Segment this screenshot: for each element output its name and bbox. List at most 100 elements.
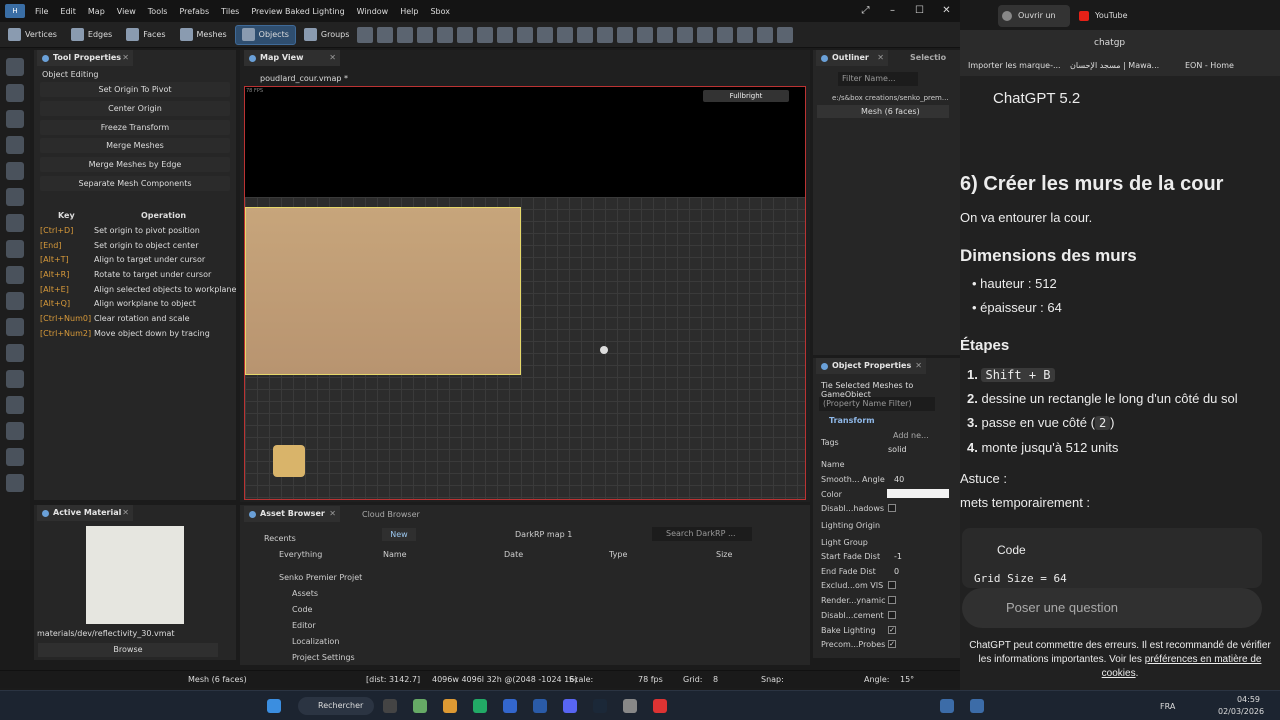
selected-mesh[interactable] (245, 207, 521, 375)
clip-icon[interactable] (6, 292, 24, 310)
bake-lighting-checkbox[interactable]: ✓ (888, 626, 896, 634)
texture-icon[interactable] (6, 344, 24, 362)
vertex-tool-icon[interactable] (6, 318, 24, 336)
whatsapp-icon[interactable] (473, 699, 487, 713)
menu-tiles[interactable]: Tiles (215, 7, 245, 16)
tool-icon[interactable] (597, 26, 614, 43)
tree-editor[interactable]: Editor (292, 621, 316, 630)
steam-icon[interactable] (593, 699, 607, 713)
col-date[interactable]: Date (504, 550, 523, 559)
end-fade-value[interactable]: 0 (894, 567, 899, 576)
tool-icon[interactable] (677, 26, 694, 43)
tool-icon[interactable] (557, 26, 574, 43)
tab-map-view[interactable]: Map View ✕ (244, 50, 340, 66)
tree-assets[interactable]: Assets (292, 589, 318, 598)
3d-viewport[interactable]: 78 FPS Fullbright (244, 86, 806, 500)
polygon-icon[interactable] (6, 266, 24, 284)
tool-icon[interactable] (457, 26, 474, 43)
app-icon[interactable] (413, 699, 427, 713)
tool-icon[interactable] (437, 26, 454, 43)
tab-outliner[interactable]: Outliner ✕ (816, 50, 888, 66)
app-icon[interactable] (653, 699, 667, 713)
tool-icon[interactable] (637, 26, 654, 43)
tool-icon[interactable] (577, 26, 594, 43)
outliner-filter-input[interactable]: Filter Name... (838, 72, 918, 86)
outliner-root[interactable]: e:/s&box creations/senko_prem... (832, 94, 949, 102)
menu-help[interactable]: Help (394, 7, 424, 16)
angle-select[interactable]: 15° (900, 675, 914, 684)
mode-objects[interactable]: Objects (234, 24, 296, 45)
mode-faces[interactable]: Faces (120, 25, 171, 45)
smooth-angle-value[interactable]: 40 (894, 475, 904, 484)
menu-file[interactable]: File (29, 7, 54, 16)
col-size[interactable]: Size (716, 550, 732, 559)
move-icon[interactable] (6, 84, 24, 102)
col-name[interactable]: Name (383, 550, 407, 559)
menu-tools[interactable]: Tools (142, 7, 174, 16)
app-icon[interactable] (503, 699, 517, 713)
tab-selection[interactable]: Selectio (910, 53, 946, 62)
clock-time[interactable]: 04:59 (1218, 695, 1260, 704)
pivot-icon[interactable] (6, 162, 24, 180)
bookmark-item[interactable]: EON - Home (1185, 61, 1234, 70)
block-icon[interactable] (6, 214, 24, 232)
clock-date[interactable]: 02/03/2026 (1218, 707, 1264, 716)
select-icon[interactable] (6, 58, 24, 76)
tree-recents[interactable]: Recents (264, 534, 296, 543)
menu-map[interactable]: Map (82, 7, 111, 16)
decal-icon[interactable] (6, 396, 24, 414)
language-indicator[interactable]: FRA (1160, 702, 1175, 711)
task-view-icon[interactable] (383, 699, 397, 713)
menu-prefabs[interactable]: Prefabs (173, 7, 215, 16)
close-icon[interactable]: ✕ (122, 50, 129, 66)
tool-icon[interactable] (617, 26, 634, 43)
tag-solid[interactable]: solid (888, 445, 907, 454)
tool-icon[interactable] (657, 26, 674, 43)
maximize-icon[interactable]: ☐ (906, 0, 933, 22)
exclude-vis-checkbox[interactable] (888, 581, 896, 589)
bookmark-item[interactable]: مسجد الإحسان | Mawa... (1070, 61, 1159, 70)
col-type[interactable]: Type (609, 550, 627, 559)
sbox-icon[interactable] (940, 699, 954, 713)
material-thumbnail[interactable] (86, 526, 184, 624)
menu-edit[interactable]: Edit (54, 7, 82, 16)
tool-icon[interactable] (757, 26, 774, 43)
tab-active-material[interactable]: Active Material ✕ (37, 505, 133, 521)
color-swatch[interactable] (887, 489, 949, 498)
tool-icon[interactable] (537, 26, 554, 43)
discord-icon[interactable] (563, 699, 577, 713)
browse-button[interactable]: Browse (38, 643, 218, 657)
rotate-icon[interactable] (6, 110, 24, 128)
tool-icon[interactable] (717, 26, 734, 43)
tool-icon[interactable] (517, 26, 534, 43)
light-icon[interactable] (6, 188, 24, 206)
add-tag-button[interactable]: Add ne... (893, 431, 929, 440)
fullbright-button[interactable]: Fullbright (703, 90, 789, 102)
asset-search-input[interactable]: Search DarkRP ... (652, 527, 752, 541)
tool-icon[interactable] (397, 26, 414, 43)
close-icon[interactable]: ✕ (877, 50, 884, 66)
tool-icon[interactable] (737, 26, 754, 43)
menu-window[interactable]: Window (351, 7, 395, 16)
outliner-item[interactable]: Mesh (6 faces) (861, 107, 920, 116)
breadcrumb[interactable]: DarkRP map 1 (515, 530, 572, 539)
property-filter-input[interactable]: (Property Name Filter) (819, 397, 935, 411)
mode-meshes[interactable]: Meshes (174, 25, 233, 45)
tree-code[interactable]: Code (292, 605, 312, 614)
close-icon[interactable]: ✕ (329, 50, 336, 66)
menu-sbox[interactable]: Sbox (424, 7, 456, 16)
set-origin-to-pivot-button[interactable]: Set Origin To Pivot (40, 82, 230, 97)
tree-localization[interactable]: Localization (292, 637, 339, 646)
entity-sprite-icon[interactable] (273, 445, 305, 477)
mode-edges[interactable]: Edges (65, 25, 118, 45)
freeze-transform-button[interactable]: Freeze Transform (40, 120, 230, 135)
grid-size-select[interactable]: 8 (713, 675, 718, 684)
center-origin-button[interactable]: Center Origin (40, 101, 230, 116)
transform-section[interactable]: Transform (829, 416, 875, 425)
close-icon[interactable]: ✕ (329, 506, 336, 522)
tool-icon[interactable] (477, 26, 494, 43)
tab-chatgpt[interactable]: Ouvrir un (998, 5, 1070, 27)
app-icon[interactable] (623, 699, 637, 713)
tab-tool-properties[interactable]: Tool Properties ✕ (37, 50, 133, 66)
mirror-icon[interactable] (6, 448, 24, 466)
